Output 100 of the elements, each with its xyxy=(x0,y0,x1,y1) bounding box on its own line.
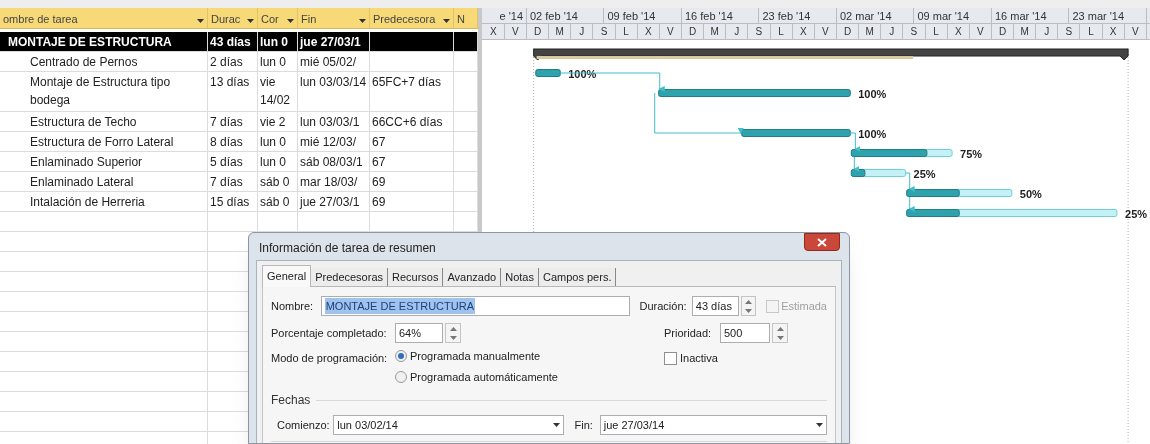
table-cell-text: lun 0 xyxy=(260,153,288,171)
week-label: e '14 xyxy=(499,9,523,23)
link-arrow xyxy=(908,196,915,212)
table-cell-text: sáb 08/03/1 xyxy=(300,153,364,171)
week-label: 23 feb '14 xyxy=(762,9,811,23)
table-cell-text: 7 días xyxy=(210,113,244,131)
spinner-icon[interactable] xyxy=(772,323,788,343)
day-label: V xyxy=(1132,25,1139,39)
table-row[interactable]: MONTAJE DE ESTRUCTURA 43 días lun 0 jue 27/03/1 xyxy=(0,31,478,52)
percent-field[interactable]: 64% xyxy=(395,323,443,343)
day-label: S xyxy=(910,25,918,39)
table-cell-text: 2 días xyxy=(210,53,244,71)
radio-label: Programada manualmente xyxy=(410,349,541,364)
table-row[interactable]: Enlaminado Lateral 7 días sáb 0 mar 18/03/ 69 xyxy=(0,171,478,192)
table-row[interactable]: Enlaminado Superior 5 días lun 0 sáb 08/03/1 67 xyxy=(0,151,478,172)
week-label: 09 mar '14 xyxy=(917,9,970,23)
day-label: X xyxy=(489,25,497,39)
table-row[interactable]: Centrado de Pernos 2 días lun 0 mié 05/02/ xyxy=(0,51,478,72)
radio-label: Programada automáticamente xyxy=(410,369,558,385)
task-name: Enlaminado Lateral xyxy=(30,173,135,191)
table-cell-text: 67 xyxy=(372,133,387,151)
tab[interactable]: Campos pers. xyxy=(538,268,617,286)
tab[interactable]: Predecesoras xyxy=(311,268,388,286)
table-cell-text: lun 03/03/1 xyxy=(300,113,361,131)
field-label: Modo de programación: xyxy=(271,351,389,366)
table-cell-text: 66CC+6 días xyxy=(372,113,444,131)
day-label: X xyxy=(799,25,807,39)
task-name: Montaje de Estructura tipo bodega xyxy=(30,73,172,109)
table-cell-text: 13 días xyxy=(210,73,251,91)
filter-caret-icon[interactable] xyxy=(359,19,366,23)
percent-label: 25% xyxy=(913,167,936,180)
checkbox[interactable] xyxy=(664,351,677,365)
day-label: M xyxy=(555,25,564,39)
table-cell-text: vie 2 xyxy=(260,113,287,131)
radio-button[interactable] xyxy=(395,350,407,363)
table-cell-text: sáb 0 xyxy=(260,193,291,211)
table-cell-text: 5 días xyxy=(210,153,244,171)
field-label: Nombre: xyxy=(271,298,315,314)
filter-caret-icon[interactable] xyxy=(287,19,294,23)
percent-label: 100% xyxy=(858,87,887,100)
task-name: Estructura de Forro Lateral xyxy=(30,133,175,151)
task-name: Enlaminado Superior xyxy=(30,153,144,171)
day-label: D xyxy=(533,25,542,39)
table-row[interactable]: Montaje de Estructura tipo bodega 13 días vie 14/02 lun 03/03/14 65FC+7 días xyxy=(0,71,478,112)
link-arrow xyxy=(849,132,861,152)
tab[interactable]: General xyxy=(262,265,312,287)
table-cell-text: jue 27/03/1 xyxy=(300,33,362,51)
column-header[interactable]: Fin xyxy=(298,8,370,28)
week-label: 16 mar '14 xyxy=(994,9,1047,23)
priority-field[interactable]: 500 xyxy=(720,323,770,343)
table-cell-text: 7 días xyxy=(210,173,244,191)
task-name: Centrado de Pernos xyxy=(30,53,139,71)
caret-icon[interactable] xyxy=(816,423,823,427)
percent-label: 100% xyxy=(858,127,887,140)
day-label: L xyxy=(1088,25,1094,39)
filter-caret-icon[interactable] xyxy=(443,19,450,23)
day-label: L xyxy=(623,25,629,39)
date-dropdown[interactable]: lun 03/02/14 xyxy=(333,415,565,435)
percent-label: 25% xyxy=(1125,207,1148,220)
table-row[interactable]: Intalación de Herreria 15 días sáb 0 jue 27/03/1 69 xyxy=(0,191,478,212)
tab[interactable]: Notas xyxy=(501,268,539,286)
field-label: Fin: xyxy=(574,417,594,433)
column-header[interactable]: Predecesora xyxy=(370,8,454,28)
week-label: 02 feb '14 xyxy=(530,9,578,23)
column-header[interactable]: Cor xyxy=(258,8,298,28)
checkbox-label: Inactiva xyxy=(680,351,718,366)
day-label: S xyxy=(600,25,608,39)
filter-caret-icon[interactable] xyxy=(197,19,204,23)
date-dropdown[interactable]: jue 27/03/14 xyxy=(599,415,827,435)
column-header[interactable]: ombre de tarea xyxy=(0,8,208,28)
week-label: 23 mar '14 xyxy=(1072,9,1125,23)
day-label: D xyxy=(998,25,1007,39)
spinner-icon[interactable] xyxy=(741,296,757,316)
radio-button[interactable] xyxy=(395,370,407,383)
table-cell-text: lun 0 xyxy=(260,33,289,51)
dialog-title: Información de tarea de resumen xyxy=(258,240,436,257)
table-row[interactable]: Estructura de Forro Lateral 8 días lun 0 mié 12/03/ 67 xyxy=(0,131,478,152)
day-label: S xyxy=(1065,25,1073,39)
close-icon[interactable] xyxy=(817,237,827,247)
field-label: Duración: xyxy=(639,298,688,314)
table-cell-text: 43 días xyxy=(210,33,252,51)
table-cell-text: 69 xyxy=(372,193,387,211)
link-arrow xyxy=(905,172,915,192)
day-label: V xyxy=(667,25,674,39)
name-field[interactable]: MONTAJE DE ESTRUCTURA xyxy=(320,296,630,316)
group-label: Fechas xyxy=(271,392,311,409)
caret-icon[interactable] xyxy=(553,423,561,427)
spinner-icon[interactable] xyxy=(445,323,461,343)
field-label: Porcentaje completado: xyxy=(271,325,388,341)
table-cell-text: lun 0 xyxy=(260,53,288,71)
day-label: X xyxy=(1109,25,1117,39)
tab[interactable]: Recursos xyxy=(388,268,444,286)
filter-caret-icon[interactable] xyxy=(247,19,254,23)
table-row[interactable]: Estructura de Techo 7 días vie 2 lun 03/03/1 66CC+6 días xyxy=(0,111,478,132)
duration-field[interactable]: 43 días xyxy=(691,296,740,316)
close-button[interactable] xyxy=(804,233,840,251)
day-label: J xyxy=(889,25,895,39)
column-header[interactable]: Durac xyxy=(208,8,258,28)
tab[interactable]: Avanzado xyxy=(443,268,502,286)
table-cell-text: jue 27/03/1 xyxy=(300,193,361,211)
